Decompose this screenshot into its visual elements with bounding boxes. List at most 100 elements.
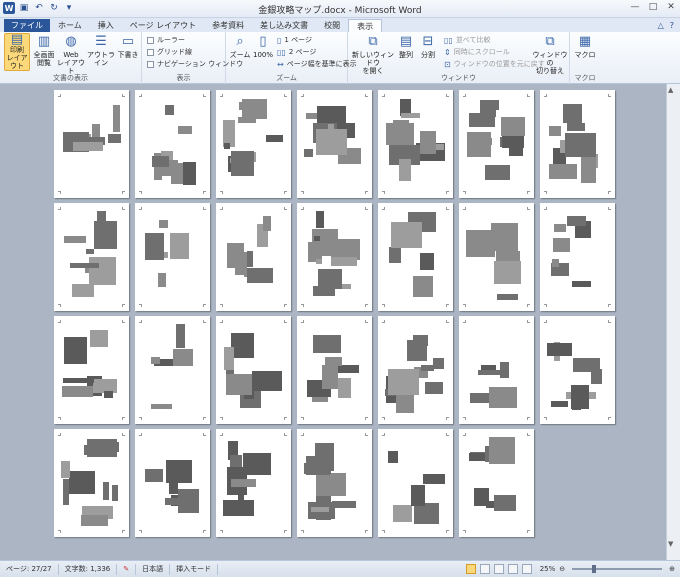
- sync-scroll-icon: ⇕: [444, 47, 451, 57]
- group-show: ルーラー グリッド線 ナビゲーション ウィンドウ 表示: [142, 32, 243, 84]
- outline-icon: ☰: [95, 34, 107, 49]
- split-icon: ⊟: [422, 34, 434, 49]
- window-title: 金銀攻略マップ.docx - Microsoft Word: [258, 6, 422, 16]
- minimize-button[interactable]: —: [630, 2, 640, 12]
- outline-button[interactable]: ☰ アウトライン: [86, 34, 116, 67]
- page-width-button[interactable]: ↔ ページ幅を基準に表示: [277, 59, 357, 69]
- page-thumbnail[interactable]: [54, 316, 129, 424]
- page-thumbnail[interactable]: [135, 90, 210, 198]
- page-indicator[interactable]: ページ: 27/27: [0, 563, 59, 575]
- proofing-icon[interactable]: ✎: [117, 563, 137, 575]
- tab-references[interactable]: 参考資料: [204, 19, 252, 32]
- page-thumbnail[interactable]: [378, 203, 453, 311]
- insert-mode-indicator[interactable]: 挿入モード: [170, 563, 219, 575]
- hundred-percent-icon: ▯: [259, 34, 267, 49]
- page-thumbnail[interactable]: [540, 316, 615, 424]
- sync-scroll-button[interactable]: ⇕ 同時にスクロール: [444, 47, 510, 57]
- zoom-slider-knob[interactable]: [592, 565, 597, 573]
- tab-insert[interactable]: 挿入: [90, 19, 122, 32]
- two-pages-button[interactable]: ▯▯ 2 ページ: [277, 47, 316, 57]
- draft-button[interactable]: ▭ 下書き: [117, 34, 139, 59]
- gridlines-checkbox[interactable]: グリッド線: [147, 47, 192, 57]
- page-thumbnail[interactable]: [54, 203, 129, 311]
- group-zoom: ⌕ ズーム ▯ 100% ▯ 1 ページ ▯▯ 2 ページ ↔ ページ幅を基準に表示 …: [226, 32, 357, 84]
- one-page-button[interactable]: ▯ 1 ページ: [277, 35, 312, 45]
- tab-home[interactable]: ホーム: [50, 19, 90, 32]
- page-thumbnail[interactable]: [459, 203, 534, 311]
- page-thumbnail[interactable]: [297, 429, 372, 537]
- page-thumbnail[interactable]: [135, 316, 210, 424]
- zoom-slider[interactable]: [572, 565, 663, 573]
- page-thumbnail[interactable]: [216, 316, 291, 424]
- arrange-all-button[interactable]: ▤ 整列: [396, 34, 416, 59]
- tab-mailings[interactable]: 差し込み文書: [252, 19, 316, 32]
- tab-page-layout[interactable]: ページ レイアウト: [122, 19, 204, 32]
- tab-review[interactable]: 校閲: [316, 19, 348, 32]
- switch-windows-icon: ⧉: [545, 34, 555, 49]
- vertical-scrollbar[interactable]: [666, 84, 680, 560]
- outline-view-icon[interactable]: [507, 564, 518, 574]
- scroll-down-icon[interactable]: ▼: [668, 540, 673, 548]
- maximize-button[interactable]: □: [648, 2, 658, 12]
- tab-view[interactable]: 表示: [348, 19, 383, 32]
- web-layout-view-icon[interactable]: [493, 564, 504, 574]
- minimize-ribbon-icon[interactable]: △: [658, 21, 664, 30]
- web-layout-button[interactable]: ◍ Web レイアウト: [57, 34, 85, 75]
- page-thumbnail[interactable]: [540, 90, 615, 198]
- page-thumbnail[interactable]: [459, 316, 534, 424]
- language-indicator[interactable]: 日本語: [136, 563, 171, 575]
- group-window: ⧉ 新しいウィンドウ を開く ▤ 整列 ⊟ 分割 ▯▯ 並べて比較 ⇕ 同時にスクロ…: [348, 32, 570, 84]
- draft-icon: ▭: [121, 34, 135, 49]
- word-count[interactable]: 文字数: 1,336: [59, 563, 118, 575]
- zoom-out-icon[interactable]: ⊖: [559, 565, 565, 573]
- page-thumbnail[interactable]: [135, 203, 210, 311]
- scroll-up-icon[interactable]: ▲: [668, 86, 673, 94]
- page-thumbnail[interactable]: [297, 316, 372, 424]
- page-thumbnail[interactable]: [54, 90, 129, 198]
- ribbon-tabs: ファイル ホーム 挿入 ページ レイアウト 参考資料 差し込み文書 校閲 表示 …: [0, 18, 680, 32]
- group-macro: ▦ マクロ マクロ: [573, 34, 597, 82]
- print-layout-button[interactable]: ▤ 印刷 レイアウト: [4, 33, 30, 71]
- print-layout-view-icon[interactable]: [465, 564, 476, 574]
- group-document-views: ▤ 印刷 レイアウト ▥ 全画面 閲覧 ◍ Web レイアウト ☰ アウトライン…: [0, 32, 142, 84]
- page-thumbnail[interactable]: [297, 203, 372, 311]
- page-thumbnail[interactable]: [135, 429, 210, 537]
- page-thumbnail[interactable]: [216, 203, 291, 311]
- macro-button[interactable]: ▦ マクロ: [573, 34, 597, 59]
- page-thumbnail[interactable]: [378, 90, 453, 198]
- page-thumbnail[interactable]: [459, 90, 534, 198]
- full-screen-view-icon[interactable]: [479, 564, 490, 574]
- document-area[interactable]: [0, 84, 666, 560]
- full-screen-reading-button[interactable]: ▥ 全画面 閲覧: [32, 34, 56, 67]
- tab-file[interactable]: ファイル: [4, 19, 50, 32]
- ruler-checkbox[interactable]: ルーラー: [147, 35, 185, 45]
- page-thumbnail[interactable]: [378, 316, 453, 424]
- help-icon[interactable]: ?: [670, 21, 674, 30]
- zoom-in-icon[interactable]: ⊕: [669, 565, 675, 573]
- page-thumbnail[interactable]: [216, 429, 291, 537]
- close-button[interactable]: ✕: [666, 2, 676, 12]
- reset-window-position-button[interactable]: ⊡ ウィンドウの位置を元に戻す: [444, 59, 545, 69]
- split-button[interactable]: ⊟ 分割: [418, 34, 438, 59]
- page-thumbnail[interactable]: [378, 429, 453, 537]
- two-pages-icon: ▯▯: [277, 47, 286, 57]
- new-window-button[interactable]: ⧉ 新しいウィンドウ を開く: [350, 34, 396, 75]
- zoom-100-button[interactable]: ▯ 100%: [251, 34, 275, 59]
- page-thumbnail[interactable]: [540, 203, 615, 311]
- switch-windows-button[interactable]: ⧉ ウィンドウの 切り替え: [532, 34, 568, 75]
- page-thumbnail[interactable]: [216, 90, 291, 198]
- side-by-side-button[interactable]: ▯▯ 並べて比較: [444, 35, 491, 45]
- one-page-icon: ▯: [277, 35, 282, 45]
- draft-view-icon[interactable]: [521, 564, 532, 574]
- page-thumbnail[interactable]: [297, 90, 372, 198]
- arrange-icon: ▤: [399, 34, 413, 49]
- zoom-level[interactable]: 25%: [540, 565, 556, 573]
- page-thumbnail[interactable]: [459, 429, 534, 537]
- status-bar: ページ: 27/27 文字数: 1,336 ✎ 日本語 挿入モード 25% ⊖ …: [0, 560, 680, 577]
- zoom-button[interactable]: ⌕ ズーム: [229, 34, 251, 59]
- magnifier-icon: ⌕: [236, 34, 244, 49]
- page-thumbnail[interactable]: [54, 429, 129, 537]
- ribbon: ▤ 印刷 レイアウト ▥ 全画面 閲覧 ◍ Web レイアウト ☰ アウトライン…: [0, 32, 680, 84]
- new-window-icon: ⧉: [368, 34, 378, 49]
- full-screen-icon: ▥: [37, 34, 51, 49]
